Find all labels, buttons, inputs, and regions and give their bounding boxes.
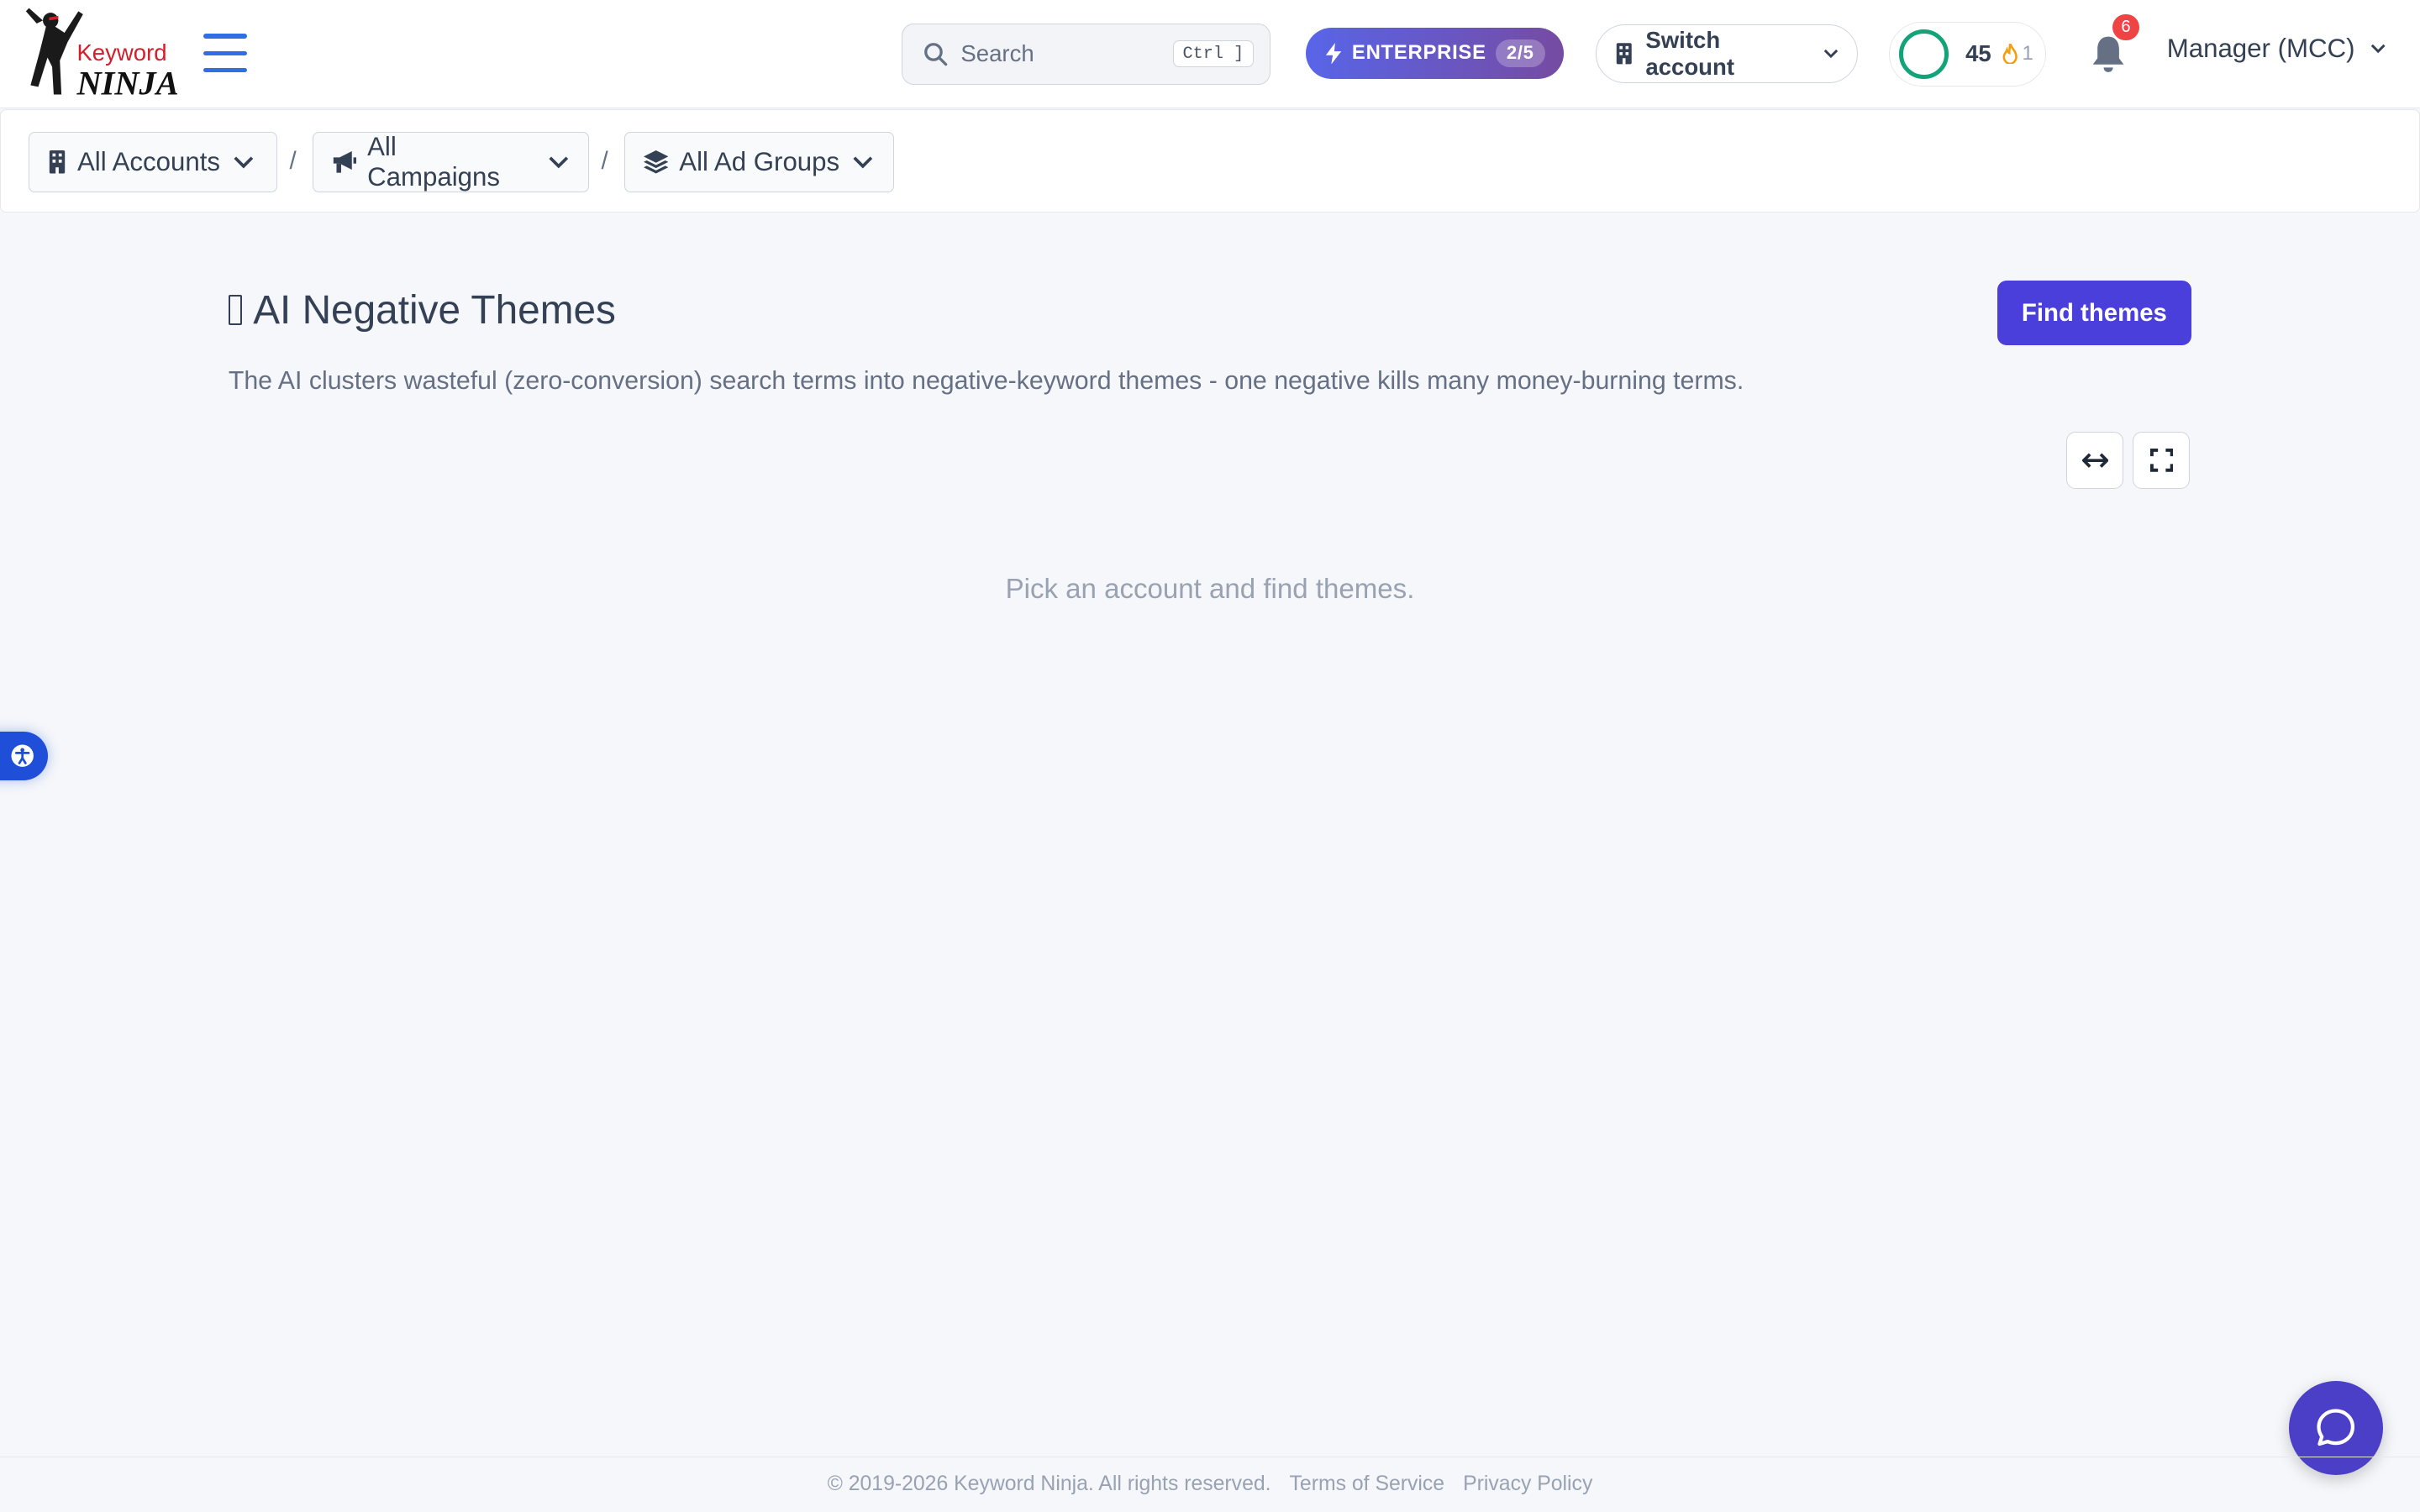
lightning-icon: [1325, 42, 1342, 65]
score-value: 45: [1965, 40, 1991, 67]
switch-account-label: Switch account: [1645, 27, 1734, 81]
accessibility-icon: [11, 744, 34, 768]
svg-text:NINJA: NINJA: [76, 64, 179, 102]
switch-account-button[interactable]: Switch account: [1596, 24, 1859, 84]
page-title-text: AI Negative Themes: [253, 287, 616, 333]
chevron-down-icon: [853, 156, 873, 169]
accounts-filter-dropdown[interactable]: All Accounts: [29, 132, 277, 192]
ad-groups-filter-label: All Ad Groups: [679, 146, 840, 176]
chevron-down-icon: [234, 156, 253, 169]
menu-toggle-button[interactable]: [203, 34, 247, 74]
building-icon: [1616, 43, 1632, 65]
privacy-policy-link[interactable]: Privacy Policy: [1463, 1473, 1592, 1496]
enterprise-plan-badge[interactable]: ENTERPRISE 2/5: [1305, 28, 1564, 79]
streak-counter: 1: [2002, 42, 2033, 66]
search-icon: [924, 42, 948, 66]
arrows-horizontal-icon: [2081, 453, 2108, 468]
ad-groups-filter-dropdown[interactable]: All Ad Groups: [624, 132, 895, 192]
megaphone-icon: [333, 151, 357, 173]
empty-state-message: Pick an account and find themes.: [1005, 574, 1415, 606]
top-navbar: Keyword NINJA Search Ctrl ] ENTERPRISE 2…: [0, 0, 2420, 108]
find-themes-button[interactable]: Find themes: [1996, 281, 2192, 346]
fullscreen-button[interactable]: [2133, 432, 2191, 490]
search-placeholder: Search: [960, 40, 1034, 67]
chat-bubble-icon: [2317, 1409, 2355, 1446]
global-search[interactable]: Search Ctrl ]: [901, 23, 1270, 85]
account-menu-label: Manager (MCC): [2166, 34, 2355, 64]
score-ring: [1899, 29, 1949, 79]
copyright-text: © 2019-2026 Keyword Ninja. All rights re…: [827, 1473, 1271, 1496]
building-icon: [49, 150, 66, 174]
streak-value: 1: [2022, 42, 2033, 66]
campaigns-filter-label: All Campaigns: [367, 131, 501, 192]
plan-label: ENTERPRISE: [1351, 41, 1486, 65]
breadcrumb-separator: /: [289, 147, 297, 176]
page-footer: © 2019-2026 Keyword Ninja. All rights re…: [0, 1456, 2420, 1512]
scope-filter-bar: All Accounts / All Campaigns / All Ad Gr…: [0, 109, 2420, 213]
bell-icon[interactable]: [2090, 34, 2127, 74]
keyword-ninja-logo[interactable]: Keyword NINJA: [24, 5, 179, 104]
chevron-down-icon: [549, 156, 569, 169]
missing-glyph-icon: [228, 294, 243, 326]
svg-text:Keyword: Keyword: [77, 39, 167, 66]
account-menu[interactable]: Manager (MCC): [2167, 34, 2386, 64]
accessibility-button[interactable]: [0, 731, 48, 781]
fullscreen-icon: [2149, 449, 2174, 473]
plan-usage-count: 2/5: [1496, 39, 1545, 68]
flame-icon: [2002, 44, 2018, 65]
breadcrumb-separator: /: [601, 147, 608, 176]
chevron-down-icon: [2370, 44, 2386, 54]
page-description: The AI clusters wasteful (zero-conversio…: [228, 367, 1744, 396]
score-widget[interactable]: 45 1: [1889, 21, 2047, 87]
page-title: AI Negative Themes: [228, 287, 616, 333]
campaigns-filter-dropdown[interactable]: All Campaigns: [313, 132, 589, 192]
layers-icon: [644, 150, 669, 174]
chevron-down-icon: [1824, 49, 1839, 58]
accounts-filter-label: All Accounts: [76, 146, 221, 176]
notification-count-badge: 6: [2112, 13, 2139, 40]
terms-of-service-link[interactable]: Terms of Service: [1290, 1473, 1445, 1496]
expand-width-button[interactable]: [2066, 432, 2124, 490]
search-shortcut-hint: Ctrl ]: [1172, 40, 1255, 68]
